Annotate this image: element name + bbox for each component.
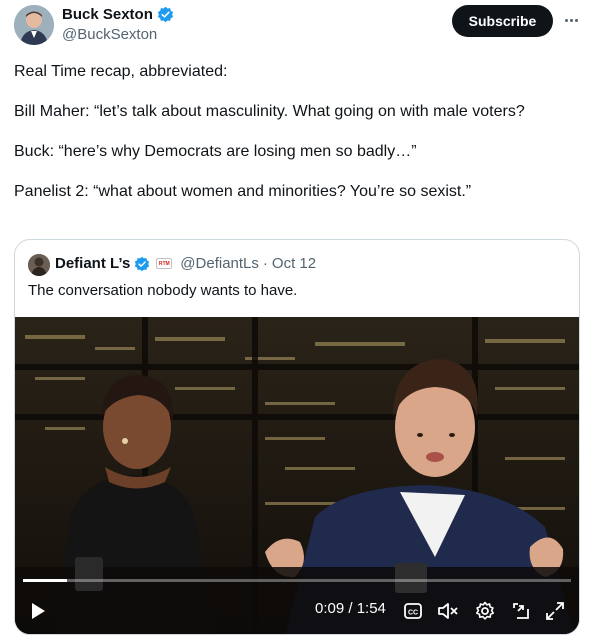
author-name[interactable]: Buck Sexton	[62, 6, 153, 23]
tweet-text: Real Time recap, abbreviated: Bill Maher…	[14, 62, 584, 222]
video-frame	[15, 317, 579, 634]
tweet-line: Real Time recap, abbreviated:	[14, 63, 228, 80]
quoted-tweet[interactable]: Defiant L’s RTM @DefiantLs · Oct 12 The …	[14, 239, 580, 635]
quoted-author-avatar[interactable]	[28, 254, 50, 276]
tweet-header: Buck Sexton @BuckSexton Subscribe	[0, 0, 597, 56]
tweet-line: Bill Maher: “let’s talk about masculinit…	[14, 103, 525, 120]
more-options-icon[interactable]	[560, 10, 582, 30]
svg-text:CC: CC	[408, 610, 418, 617]
captions-icon[interactable]: CC	[401, 596, 425, 626]
subscribe-button[interactable]: Subscribe	[452, 5, 553, 37]
author-handle[interactable]: @BuckSexton	[62, 26, 157, 43]
separator-dot: ·	[262, 255, 268, 272]
play-icon[interactable]	[25, 596, 51, 626]
pip-icon[interactable]	[509, 596, 533, 626]
verified-badge-icon	[135, 256, 150, 271]
author-avatar[interactable]	[14, 5, 54, 45]
settings-icon[interactable]	[473, 596, 497, 626]
tweet-line: Buck: “here’s why Democrats are losing m…	[14, 143, 417, 160]
quoted-author-name[interactable]: Defiant L’s	[55, 255, 130, 272]
fullscreen-icon[interactable]	[543, 596, 567, 626]
video-progress-fill	[23, 579, 67, 582]
verified-badge-icon	[157, 6, 173, 23]
video-controls: 0:09 / 1:54 CC	[15, 596, 579, 626]
mute-icon[interactable]	[435, 596, 461, 626]
tweet-line: Panelist 2: “what about women and minori…	[14, 183, 472, 200]
quoted-date[interactable]: Oct 12	[272, 255, 316, 272]
affiliate-badge[interactable]: RTM	[156, 258, 173, 269]
video-time: 0:09 / 1:54	[315, 600, 386, 617]
video-player[interactable]: 0:09 / 1:54 CC	[15, 317, 579, 634]
quoted-header: Defiant L’s RTM @DefiantLs · Oct 12	[55, 255, 316, 272]
quoted-text: The conversation nobody wants to have.	[28, 282, 298, 299]
quoted-author-handle[interactable]: @DefiantLs	[180, 255, 259, 272]
author-name-row: Buck Sexton	[62, 6, 174, 23]
video-progress-bar[interactable]	[23, 579, 571, 582]
